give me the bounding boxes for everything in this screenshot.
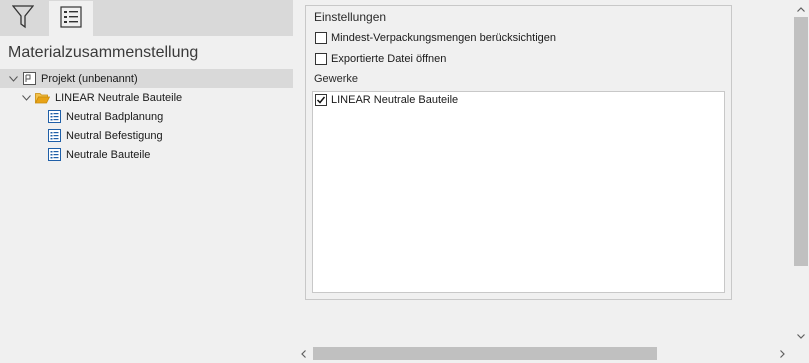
tree-item-label: Neutral Badplanung	[66, 110, 164, 123]
tree-item-label: LINEAR Neutrale Bauteile	[55, 91, 183, 104]
tree-item-project[interactable]: Projekt (unbenannt)	[0, 69, 293, 88]
option-label: Exportierte Datei öffnen	[331, 53, 447, 65]
panel-title: Materialzusammenstellung	[8, 44, 199, 61]
horizontal-scrollbar[interactable]	[293, 345, 793, 363]
gewerke-list[interactable]: LINEAR Neutrale Bauteile	[312, 91, 725, 293]
tree-item-label: Projekt (unbenannt)	[41, 72, 138, 85]
scroll-down-icon[interactable]	[794, 329, 808, 343]
option-label: Mindest-Verpackungsmengen berücksichtige…	[331, 32, 557, 44]
gewerke-label: Gewerke	[314, 73, 359, 85]
chevron-down-icon[interactable]	[7, 73, 19, 85]
gewerke-item[interactable]: LINEAR Neutrale Bauteile	[315, 94, 458, 106]
project-icon	[22, 72, 36, 86]
left-toolbar	[0, 0, 293, 36]
option-exportierte-datei-oeffnen[interactable]: Exportierte Datei öffnen	[315, 53, 446, 65]
tree-item-neutral-badplanung[interactable]: Neutral Badplanung	[0, 107, 293, 126]
vertical-scroll-thumb[interactable]	[794, 17, 808, 266]
checkbox[interactable]	[315, 32, 327, 44]
scroll-up-icon[interactable]	[794, 2, 808, 16]
project-tree: Projekt (unbenannt) LINEAR Neutrale Baut…	[0, 69, 293, 164]
list-icon	[60, 6, 82, 31]
vertical-scrollbar[interactable]	[793, 0, 809, 345]
checkbox[interactable]	[315, 53, 327, 65]
horizontal-scroll-thumb[interactable]	[313, 347, 657, 360]
tree-item-neutral-befestigung[interactable]: Neutral Befestigung	[0, 126, 293, 145]
folder-open-icon	[34, 91, 50, 105]
tree-item-neutrale-bauteile[interactable]: Neutrale Bauteile	[0, 145, 293, 164]
settings-group: Einstellungen Mindest-Verpackungsmengen …	[305, 5, 732, 300]
filter-icon	[11, 4, 35, 32]
list-view-button[interactable]	[49, 1, 93, 36]
tree-item-label: Neutrale Bauteile	[66, 148, 151, 161]
scroll-left-icon[interactable]	[296, 347, 310, 361]
option-mindest-verpackungsmengen[interactable]: Mindest-Verpackungsmengen berücksichtige…	[315, 32, 556, 44]
list-icon	[47, 110, 61, 124]
checkbox-checked[interactable]	[315, 94, 327, 106]
list-icon	[47, 148, 61, 162]
left-panel: Materialzusammenstellung Projekt (unbena…	[0, 0, 293, 363]
tree-item-label: Neutral Befestigung	[66, 129, 163, 142]
scrollbar-corner	[793, 345, 809, 363]
list-icon	[47, 129, 61, 143]
scroll-right-icon[interactable]	[775, 347, 789, 361]
settings-title: Einstellungen	[314, 10, 387, 24]
tree-item-linear-neutrale-bauteile[interactable]: LINEAR Neutrale Bauteile	[0, 88, 293, 107]
chevron-down-icon[interactable]	[20, 92, 32, 104]
checkmark-icon	[316, 96, 326, 104]
filter-button[interactable]	[1, 1, 45, 35]
gewerke-item-label: LINEAR Neutrale Bauteile	[331, 94, 459, 106]
